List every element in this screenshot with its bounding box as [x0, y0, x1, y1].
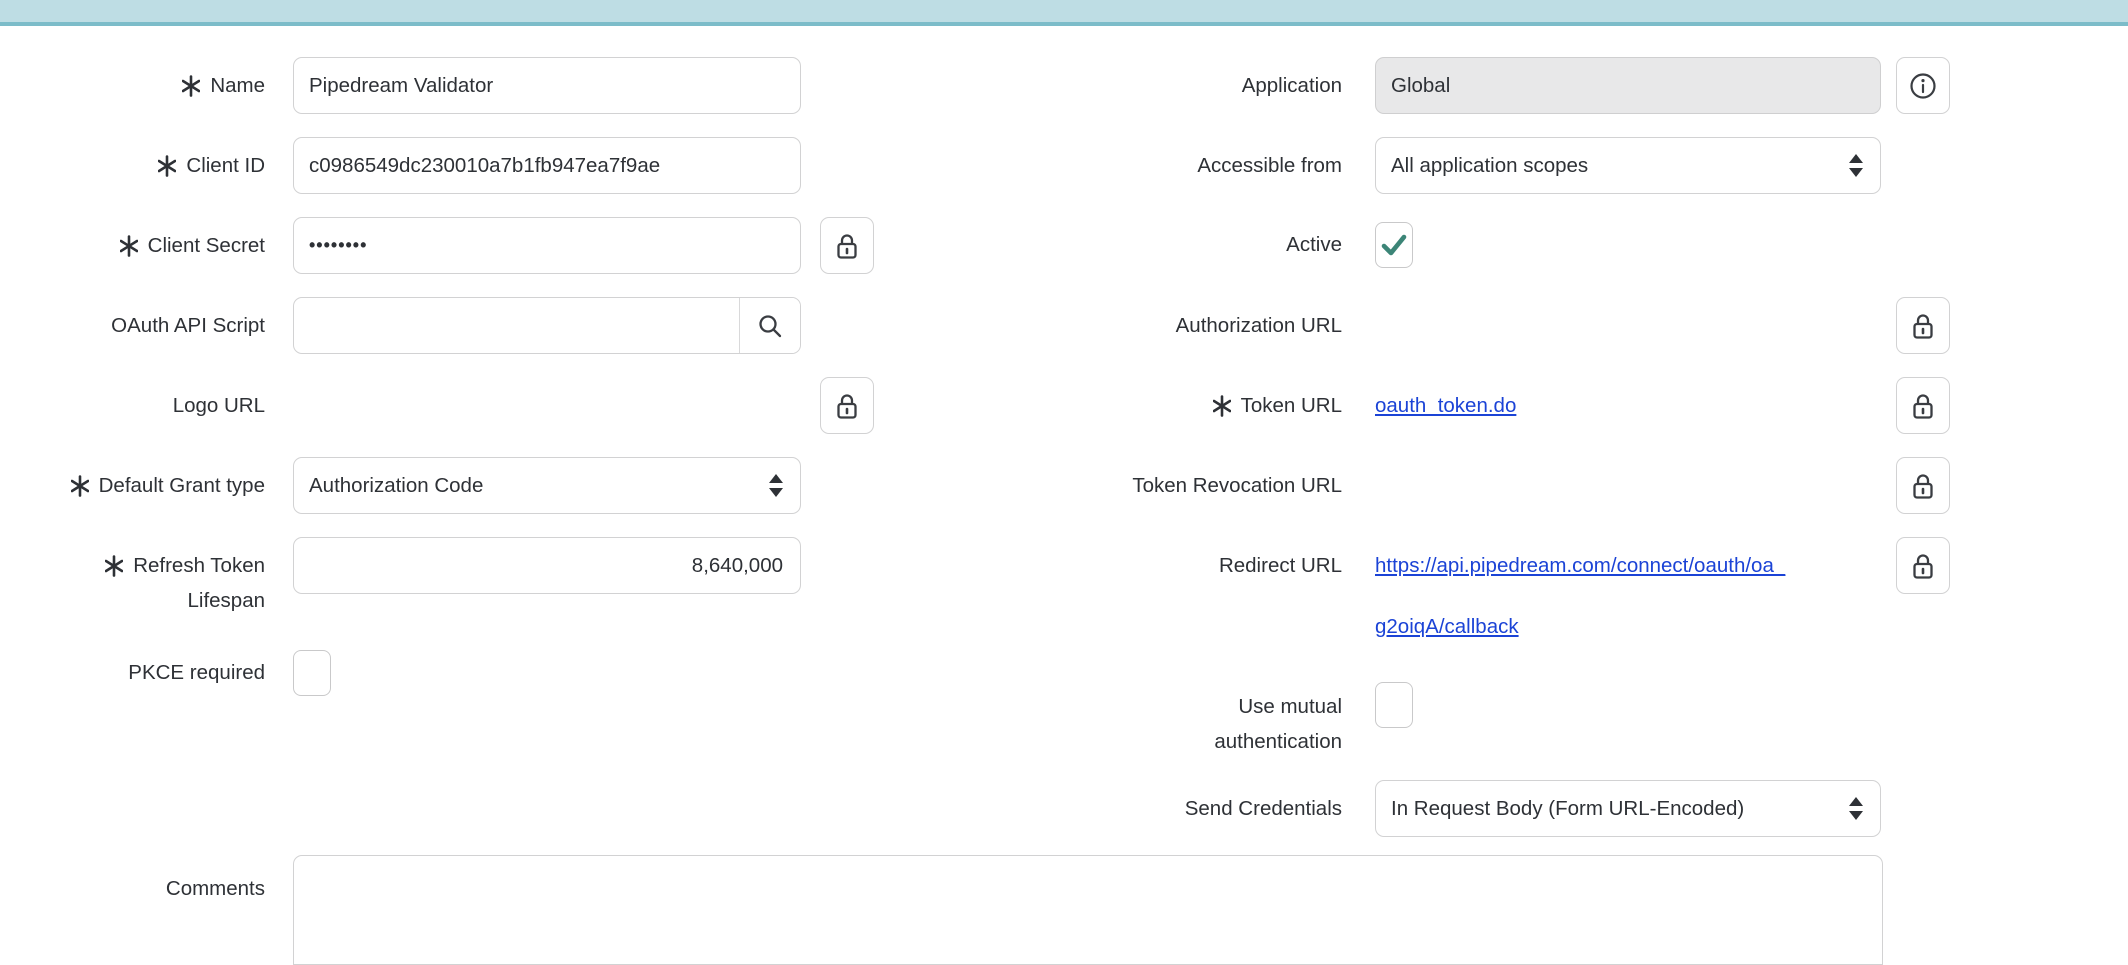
- name-input[interactable]: [293, 57, 801, 114]
- checkmark-icon: [1381, 233, 1407, 257]
- lock-icon: [834, 391, 860, 420]
- pkce-required-label: PKCE required: [0, 650, 265, 696]
- client-secret-lock-button[interactable]: [820, 217, 874, 274]
- application-label: Application: [900, 57, 1342, 114]
- token-url-value: oauth_token.do: [1375, 377, 1881, 434]
- lock-icon: [1910, 471, 1936, 500]
- mandatory-icon: [71, 475, 89, 497]
- use-mutual-authentication-checkbox[interactable]: [1375, 682, 1413, 728]
- client-secret-label: Client Secret: [0, 217, 265, 274]
- mandatory-icon: [182, 75, 200, 97]
- comments-label: Comments: [0, 860, 265, 917]
- logo-url-label: Logo URL: [0, 377, 265, 434]
- refresh-token-lifespan-input[interactable]: [293, 537, 801, 594]
- use-mutual-authentication-label: Use mutual authentication: [900, 678, 1342, 770]
- token-revocation-url-lock-button[interactable]: [1896, 457, 1950, 514]
- client-id-label: Client ID: [0, 137, 265, 194]
- token-revocation-url-label: Token Revocation URL: [900, 457, 1342, 514]
- oauth-api-script-reference-field: [293, 297, 801, 354]
- pkce-required-checkbox[interactable]: [293, 650, 331, 696]
- oauth-api-script-label: OAuth API Script: [0, 297, 265, 354]
- comments-textarea[interactable]: [293, 855, 1883, 965]
- send-credentials-label: Send Credentials: [900, 780, 1342, 837]
- active-label: Active: [900, 222, 1342, 268]
- mandatory-icon: [120, 235, 138, 257]
- lock-icon: [1910, 391, 1936, 420]
- redirect-url-line2: g2oiqA/callback: [1375, 598, 1895, 655]
- redirect-url-link[interactable]: g2oiqA/callback: [1375, 615, 1519, 639]
- lock-icon: [834, 231, 860, 260]
- redirect-url-link[interactable]: https://api.pipedream.com/connect/oauth/…: [1375, 554, 1785, 578]
- redirect-url-label: Redirect URL: [900, 537, 1342, 594]
- token-url-lock-button[interactable]: [1896, 377, 1950, 434]
- select-arrows-icon: [1849, 797, 1863, 820]
- accessible-from-label: Accessible from: [900, 137, 1342, 194]
- token-url-link[interactable]: oauth_token.do: [1375, 394, 1516, 418]
- lock-icon: [1910, 551, 1936, 580]
- accessible-from-select[interactable]: All application scopes: [1375, 137, 1881, 194]
- client-secret-input[interactable]: [293, 217, 801, 274]
- active-checkbox[interactable]: [1375, 222, 1413, 268]
- redirect-url-lock-button[interactable]: [1896, 537, 1950, 594]
- select-arrows-icon: [769, 474, 783, 497]
- mandatory-icon: [158, 155, 176, 177]
- default-grant-type-label: Default Grant type: [0, 457, 265, 514]
- oauth-api-script-input[interactable]: [294, 298, 739, 353]
- form-header-accent-bar: [0, 0, 2128, 26]
- token-url-label: Token URL: [900, 377, 1342, 434]
- default-grant-type-select[interactable]: Authorization Code: [293, 457, 801, 514]
- select-arrows-icon: [1849, 154, 1863, 177]
- client-id-input[interactable]: [293, 137, 801, 194]
- name-label: Name: [0, 57, 265, 114]
- mandatory-icon: [1213, 395, 1231, 417]
- mandatory-icon: [105, 555, 123, 577]
- refresh-token-lifespan-label: Refresh Token Lifespan: [0, 537, 265, 629]
- search-icon: [757, 313, 783, 339]
- redirect-url-line1: https://api.pipedream.com/connect/oauth/…: [1375, 537, 1895, 594]
- authorization-url-label: Authorization URL: [900, 297, 1342, 354]
- oauth-application-registry-form: { "colors": { "accent_bar": "#bedde4", "…: [0, 0, 2128, 948]
- authorization-url-lock-button[interactable]: [1896, 297, 1950, 354]
- logo-url-lock-button[interactable]: [820, 377, 874, 434]
- info-icon: [1909, 72, 1937, 100]
- oauth-api-script-lookup-button[interactable]: [739, 298, 800, 353]
- lock-icon: [1910, 311, 1936, 340]
- application-input: [1375, 57, 1881, 114]
- application-info-button[interactable]: [1896, 57, 1950, 114]
- send-credentials-select[interactable]: In Request Body (Form URL-Encoded): [1375, 780, 1881, 837]
